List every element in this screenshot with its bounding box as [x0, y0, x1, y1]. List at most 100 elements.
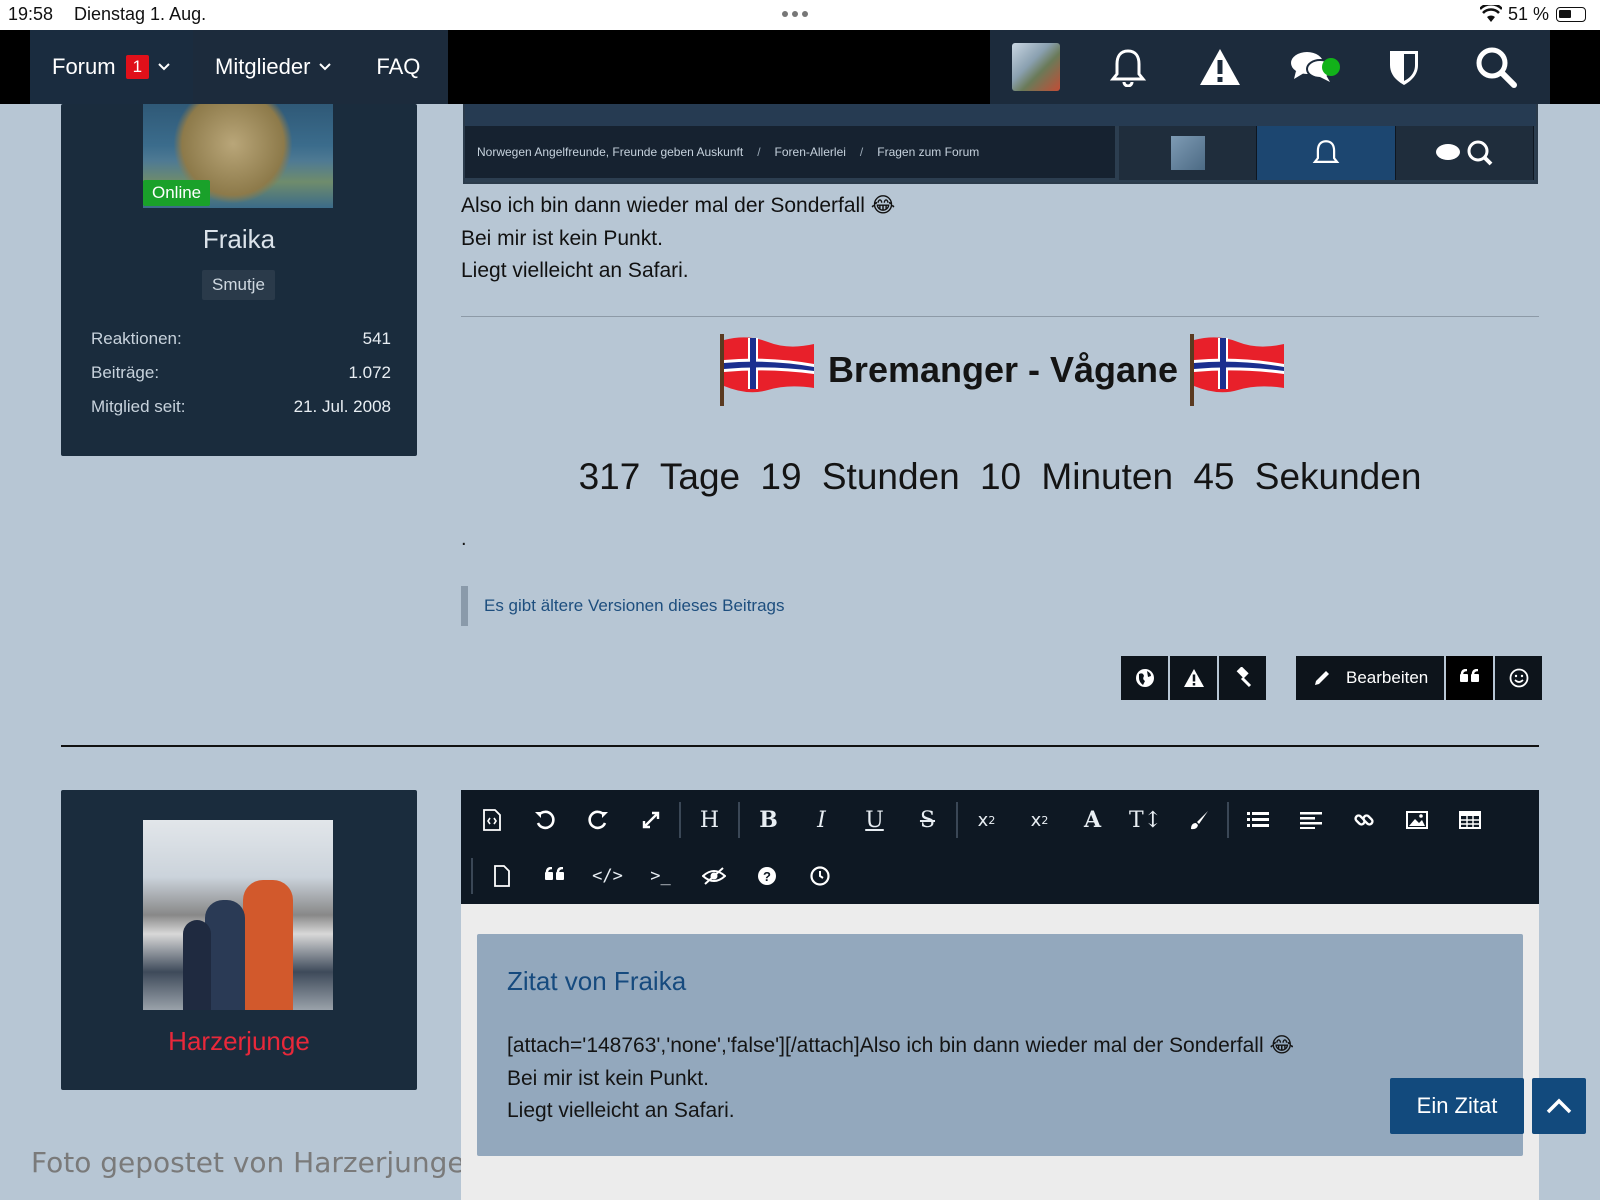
screenshot-avatar [1119, 126, 1258, 180]
author-name[interactable]: Fraika [61, 224, 417, 255]
online-badge: Online [143, 180, 211, 206]
ip-button[interactable] [1121, 656, 1168, 700]
avatar [1012, 43, 1060, 91]
bold-icon[interactable]: B [742, 798, 795, 842]
message-line: Also ich bin dann wieder mal der Sonderf… [461, 194, 896, 217]
bbcode-toggle-icon[interactable] [465, 798, 518, 842]
chat-search-icons [1395, 126, 1534, 180]
attached-screenshot[interactable]: Norwegen Angelfreunde, Freunde geben Aus… [463, 104, 1538, 184]
image-icon[interactable] [1390, 798, 1443, 842]
toolbar-row: H B I U S x2 x2 A T↕ [465, 792, 1496, 848]
react-button[interactable] [1495, 656, 1543, 700]
svg-text:?: ? [763, 869, 771, 884]
quote-icon [1459, 669, 1479, 682]
page-icon[interactable] [475, 854, 528, 898]
message-line: Bei mir ist kein Punkt. [461, 226, 663, 250]
author-card-harzerjunge: Harzerjunge [61, 790, 417, 1090]
list-icon[interactable] [1231, 798, 1284, 842]
font-size-icon[interactable]: T↕ [1119, 798, 1172, 842]
search-icon [1476, 47, 1517, 88]
post-message: Also ich bin dann wieder mal der Sonderf… [461, 190, 895, 288]
nav-user-icons [990, 30, 1550, 104]
signature-banner: Bremanger - Vågane [718, 330, 1288, 410]
help-icon[interactable]: ? [740, 854, 793, 898]
norway-flag-icon [1190, 334, 1284, 406]
reports-button[interactable] [1174, 30, 1266, 104]
text-color-icon[interactable] [1172, 798, 1225, 842]
link-icon[interactable] [1337, 798, 1390, 842]
warning-icon [1183, 669, 1204, 687]
tab-mitglieder-label: Mitglieder [215, 54, 311, 79]
subscript-icon[interactable]: x2 [960, 798, 1013, 842]
stat-value[interactable]: 541 [363, 329, 391, 349]
status-time: 19:58 [8, 4, 54, 24]
clock-icon[interactable] [793, 854, 846, 898]
toolbar-row: </> >_ ? [469, 848, 846, 904]
italic-icon[interactable]: I [795, 798, 848, 842]
stat-row: Beiträge: 1.072 [91, 356, 391, 390]
pencil-icon [1315, 671, 1329, 685]
account-button[interactable] [990, 30, 1082, 104]
stat-value[interactable]: 1.072 [348, 363, 391, 383]
nav-tabs: Forum 1 Mitglieder FAQ [30, 30, 448, 104]
moderator-button[interactable] [1358, 30, 1450, 104]
tab-forum-label: Forum [52, 54, 116, 79]
older-versions-link[interactable]: Es gibt ältere Versionen dieses Beitrags [461, 586, 785, 626]
battery-icon [1556, 7, 1586, 22]
stat-row: Mitglied seit: 21. Jul. 2008 [91, 390, 391, 424]
older-versions-label[interactable]: Es gibt ältere Versionen dieses Beitrags [484, 596, 785, 616]
warning-icon [1200, 49, 1240, 85]
report-button[interactable] [1170, 656, 1217, 700]
code-icon[interactable]: </> [581, 854, 634, 898]
breadcrumb-item: Norwegen Angelfreunde, Freunde geben Aus… [477, 145, 744, 159]
conversations-button[interactable] [1266, 30, 1358, 104]
quote-line: Bei mir ist kein Punkt. [507, 1066, 709, 1090]
strikethrough-icon[interactable]: S [901, 798, 954, 842]
redo-icon[interactable] [571, 798, 624, 842]
signature-dot: . [461, 528, 467, 550]
screenshot-header [465, 104, 1536, 126]
signature-divider [461, 316, 1539, 317]
bell-icon [1109, 49, 1147, 87]
post-divider [61, 745, 1539, 747]
stat-value: 21. Jul. 2008 [293, 397, 391, 416]
insert-quote-label: Ein Zitat [1416, 1093, 1498, 1118]
quote-icon[interactable] [528, 854, 581, 898]
edit-label: Bearbeiten [1346, 668, 1429, 687]
fullscreen-icon[interactable] [624, 798, 677, 842]
inline-code-icon[interactable]: >_ [634, 854, 687, 898]
table-icon[interactable] [1443, 798, 1496, 842]
post-actions-right: Bearbeiten [1296, 656, 1543, 700]
superscript-icon[interactable]: x2 [1013, 798, 1066, 842]
quote-block[interactable]: Zitat von Fraika [attach='148763','none'… [477, 934, 1523, 1156]
spoiler-icon[interactable] [687, 854, 740, 898]
alerts-button[interactable] [1082, 30, 1174, 104]
top-navigation: Forum 1 Mitglieder FAQ [0, 30, 1600, 104]
wifi-icon [1479, 2, 1503, 28]
breadcrumb-item: Foren-Allerlei [774, 145, 846, 159]
tab-mitglieder[interactable]: Mitglieder [193, 30, 354, 104]
status-date: Dienstag 1. Aug. [74, 4, 207, 24]
heading-icon[interactable]: H [683, 798, 736, 842]
chevron-down-icon [318, 59, 332, 75]
insert-quote-button[interactable]: Ein Zitat [1390, 1078, 1524, 1134]
author-name[interactable]: Harzerjunge [61, 1026, 417, 1057]
quote-button[interactable] [1446, 656, 1494, 700]
multitasking-dots[interactable] [782, 11, 808, 17]
globe-icon [1135, 669, 1154, 687]
moderate-button[interactable] [1219, 656, 1266, 700]
font-family-icon[interactable]: A [1066, 798, 1119, 842]
scroll-top-button[interactable] [1532, 1078, 1586, 1134]
avatar[interactable] [143, 820, 333, 1010]
undo-icon[interactable] [518, 798, 571, 842]
tab-forum[interactable]: Forum 1 [30, 30, 194, 104]
search-button[interactable] [1450, 30, 1542, 104]
quote-title: Zitat von Fraika [507, 966, 687, 996]
underline-icon[interactable]: U [848, 798, 901, 842]
status-bar: 19:58 Dienstag 1. Aug. 51 % [0, 0, 1600, 30]
align-icon[interactable] [1284, 798, 1337, 842]
tab-faq[interactable]: FAQ [354, 30, 442, 104]
message-line: Liegt vielleicht an Safari. [461, 259, 689, 282]
post-actions-left [1121, 656, 1266, 700]
edit-button[interactable]: Bearbeiten [1296, 656, 1445, 700]
